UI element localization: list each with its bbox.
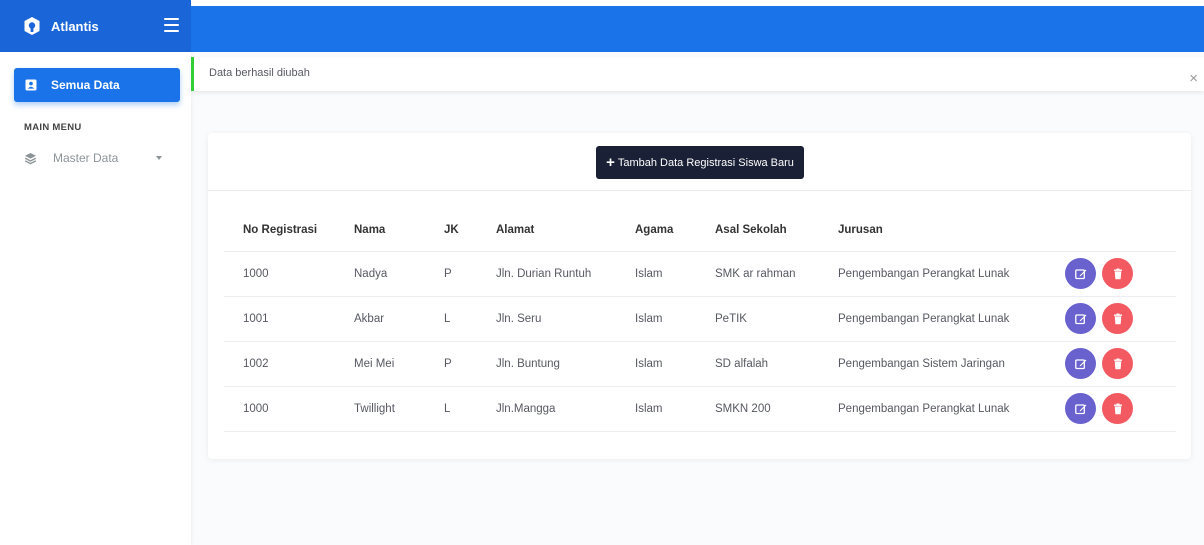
add-button-label: Tambah Data Registrasi Siswa Baru — [617, 156, 794, 169]
table-header-row: No Registrasi Nama JK Alamat Agama Asal … — [224, 210, 1176, 252]
data-card: + Tambah Data Registrasi Siswa Baru No R… — [208, 133, 1191, 459]
column-header: Agama — [635, 210, 715, 252]
cell-no-registrasi: 1002 — [224, 341, 354, 387]
cell-alamat: Jln. Buntung — [496, 341, 635, 387]
trash-icon — [1113, 313, 1122, 324]
edit-button[interactable] — [1065, 348, 1096, 379]
chevron-down-icon — [156, 156, 162, 160]
cell-alamat: Jln.Mangga — [496, 386, 635, 432]
cell-actions — [1065, 296, 1176, 342]
cell-agama: Islam — [635, 386, 715, 432]
cell-nama: Mei Mei — [354, 341, 444, 387]
cell-jk: P — [444, 341, 496, 387]
trash-icon — [1113, 403, 1122, 414]
column-header: Alamat — [496, 210, 635, 252]
cell-alamat: Jln. Seru — [496, 296, 635, 342]
delete-button[interactable] — [1102, 348, 1133, 379]
cell-agama: Islam — [635, 251, 715, 297]
edit-icon — [1074, 358, 1086, 369]
sidebar-item-label: Semua Data — [51, 78, 120, 92]
success-alert: Data berhasil diubah × — [191, 57, 1204, 91]
cell-jurusan: Pengembangan Perangkat Lunak — [838, 251, 1065, 297]
cell-actions — [1065, 341, 1176, 387]
cell-jk: L — [444, 386, 496, 432]
column-header: Jurusan — [838, 210, 1065, 252]
sidebar: Semua Data MAIN MENU Master Data — [0, 52, 191, 545]
column-header-actions — [1065, 210, 1176, 252]
card-header: + Tambah Data Registrasi Siswa Baru — [208, 133, 1191, 191]
cell-no-registrasi: 1000 — [224, 386, 354, 432]
table-row: 1001 Akbar L Jln. Seru Islam PeTIK Penge… — [224, 296, 1176, 342]
cell-actions — [1065, 386, 1176, 432]
cell-agama: Islam — [635, 296, 715, 342]
delete-button[interactable] — [1102, 258, 1133, 289]
column-header: No Registrasi — [224, 210, 354, 252]
cell-jurusan: Pengembangan Perangkat Lunak — [838, 296, 1065, 342]
table-row: 1000 Nadya P Jln. Durian Runtuh Islam SM… — [224, 251, 1176, 297]
edit-button[interactable] — [1065, 258, 1096, 289]
atlantis-logo-icon — [24, 17, 40, 35]
column-header: JK — [444, 210, 496, 252]
registration-table: No Registrasi Nama JK Alamat Agama Asal … — [224, 210, 1176, 432]
section-title: MAIN MENU — [24, 122, 82, 133]
sidebar-item-semua-data[interactable]: Semua Data — [14, 68, 180, 102]
edit-icon — [1074, 268, 1086, 279]
hamburger-icon[interactable] — [164, 18, 179, 32]
edit-icon — [1074, 313, 1086, 324]
column-header: Nama — [354, 210, 444, 252]
delete-button[interactable] — [1102, 303, 1133, 334]
cell-jurusan: Pengembangan Sistem Jaringan — [838, 341, 1065, 387]
cell-jk: P — [444, 251, 496, 297]
plus-icon: + — [606, 154, 615, 171]
cell-no-registrasi: 1000 — [224, 251, 354, 297]
edit-button[interactable] — [1065, 303, 1096, 334]
brand-header: Atlantis — [0, 0, 191, 52]
layers-icon — [24, 152, 37, 164]
trash-icon — [1113, 268, 1122, 279]
sidebar-item-master-data[interactable]: Master Data — [24, 148, 174, 168]
alert-message: Data berhasil diubah — [209, 67, 310, 79]
close-icon[interactable]: × — [1189, 71, 1198, 86]
cell-asal-sekolah: SD alfalah — [715, 341, 838, 387]
column-header: Asal Sekolah — [715, 210, 838, 252]
cell-nama: Twillight — [354, 386, 444, 432]
cell-asal-sekolah: SMKN 200 — [715, 386, 838, 432]
cell-nama: Akbar — [354, 296, 444, 342]
cell-jurusan: Pengembangan Perangkat Lunak — [838, 386, 1065, 432]
add-registration-button[interactable]: + Tambah Data Registrasi Siswa Baru — [596, 146, 804, 179]
edit-button[interactable] — [1065, 393, 1096, 424]
table-row: 1000 Twillight L Jln.Mangga Islam SMKN 2… — [224, 386, 1176, 432]
cell-agama: Islam — [635, 341, 715, 387]
cell-asal-sekolah: SMK ar rahman — [715, 251, 838, 297]
brand-name[interactable]: Atlantis — [51, 19, 99, 34]
table-row: 1002 Mei Mei P Jln. Buntung Islam SD alf… — [224, 341, 1176, 387]
cell-no-registrasi: 1001 — [224, 296, 354, 342]
delete-button[interactable] — [1102, 393, 1133, 424]
topbar — [191, 6, 1204, 52]
cell-actions — [1065, 251, 1176, 297]
id-card-icon — [25, 79, 37, 91]
sidebar-item-label: Master Data — [53, 151, 119, 165]
trash-icon — [1113, 358, 1122, 369]
cell-alamat: Jln. Durian Runtuh — [496, 251, 635, 297]
edit-icon — [1074, 403, 1086, 414]
cell-asal-sekolah: PeTIK — [715, 296, 838, 342]
cell-jk: L — [444, 296, 496, 342]
cell-nama: Nadya — [354, 251, 444, 297]
